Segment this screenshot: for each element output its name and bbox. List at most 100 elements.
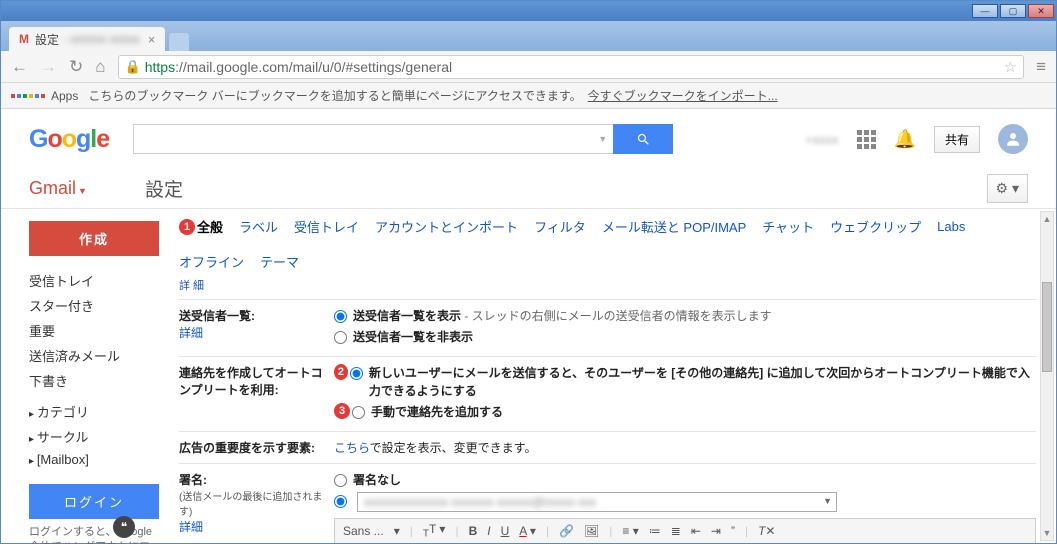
badge-2: 2: [334, 364, 348, 380]
image-icon[interactable]: 🖼: [584, 524, 599, 538]
underline-icon[interactable]: U: [501, 524, 510, 538]
signature-use-radio[interactable]: [334, 495, 347, 508]
scroll-down-icon[interactable]: ▼: [1041, 526, 1053, 540]
italic-icon[interactable]: I: [487, 524, 490, 538]
tab-forwarding[interactable]: メール転送と POP/IMAP: [602, 217, 746, 236]
tab-accounts[interactable]: アカウントとインポート: [375, 217, 518, 236]
google-logo[interactable]: Google: [29, 125, 109, 154]
font-size-icon[interactable]: TT ▾: [423, 522, 446, 539]
search-button[interactable]: [613, 124, 673, 154]
url-scheme: https: [145, 59, 175, 75]
sidebar-item-categories[interactable]: カテゴリ: [29, 399, 159, 424]
indent-more-icon[interactable]: ⇥: [711, 524, 721, 538]
setting-contacts: 連絡先を作成してオートコンプリートを利用: 2新しいユーザーにメールを送信すると…: [179, 356, 1036, 431]
contacts-auto-radio[interactable]: [350, 367, 363, 380]
account-avatar[interactable]: [998, 124, 1028, 154]
hangouts-icon[interactable]: ❝: [113, 516, 135, 538]
ads-text: で設定を表示、変更できます。: [370, 441, 537, 455]
gmail-dropdown[interactable]: Gmail▼: [29, 178, 87, 199]
forward-icon[interactable]: →: [40, 57, 57, 77]
senders-show-label: 送受信者一覧を表示: [353, 309, 461, 323]
notifications-icon[interactable]: 🔔: [894, 129, 916, 150]
tab-title: 設定: [35, 31, 59, 48]
bold-icon[interactable]: B: [469, 524, 478, 538]
tab-general[interactable]: 全般: [197, 217, 223, 236]
sidebar-item-starred[interactable]: スター付き: [29, 293, 159, 318]
ads-link[interactable]: こちら: [334, 441, 370, 455]
senders-hide-label: 送受信者一覧を非表示: [353, 328, 473, 346]
clear-format-icon[interactable]: T✕: [758, 524, 775, 538]
header-right: +xxxx 🔔 共有: [805, 124, 1028, 154]
sidebar-item-mailbox[interactable]: [Mailbox]: [29, 449, 159, 470]
browser-tab[interactable]: M 設定 - xxxxxx xxxxx ×: [9, 27, 165, 51]
ads-label: 広告の重要度を示す要素:: [179, 439, 334, 456]
scrollbar[interactable]: ▲ ▼: [1040, 211, 1054, 541]
badge-1: 1: [179, 219, 195, 235]
scroll-up-icon[interactable]: ▲: [1041, 212, 1053, 226]
color-icon[interactable]: A ▾: [519, 524, 536, 538]
contacts-manual-radio[interactable]: [352, 406, 365, 419]
list-bullet-icon[interactable]: ≣: [671, 524, 681, 538]
tab-chat[interactable]: チャット: [762, 217, 814, 236]
plus-user[interactable]: +xxxx: [805, 132, 839, 147]
login-button[interactable]: ログイン: [29, 484, 159, 519]
tab-filters[interactable]: フィルタ: [534, 217, 586, 236]
sidebar-item-inbox[interactable]: 受信トレイ: [29, 268, 159, 293]
signature-detail-link[interactable]: 詳細: [179, 520, 203, 534]
tab-themes[interactable]: テーマ: [260, 252, 299, 271]
contacts-manual-label: 手動で連絡先を追加する: [371, 403, 503, 421]
tab-inbox[interactable]: 受信トレイ: [294, 217, 359, 236]
font-select[interactable]: Sans ...: [343, 524, 384, 538]
back-icon[interactable]: ←: [11, 57, 28, 77]
sidebar-item-important[interactable]: 重要: [29, 318, 159, 343]
apps-label[interactable]: Apps: [51, 89, 78, 103]
import-bookmarks-link[interactable]: 今すぐブックマークをインポート...: [588, 87, 778, 104]
badge-3: 3: [334, 403, 350, 419]
search-input[interactable]: ▼: [133, 124, 613, 154]
close-tab-icon[interactable]: ×: [148, 32, 156, 47]
signature-select[interactable]: xxxxxxxxxxxxxx xxxxxxx xxxxxx@xxxxx xxx▼: [357, 492, 837, 512]
google-apps-icon[interactable]: [857, 130, 876, 149]
compose-button[interactable]: 作成: [29, 221, 159, 256]
bookmark-star-icon[interactable]: ☆: [1004, 58, 1017, 76]
new-tab-button[interactable]: [169, 33, 189, 51]
list-number-icon[interactable]: ≔: [649, 524, 661, 538]
scroll-thumb[interactable]: [1042, 282, 1052, 372]
signature-sublabel: (送信メールの最後に追加されます): [179, 492, 322, 518]
tab-title-extra: - xxxxxx xxxxx: [63, 32, 140, 46]
tab-labs[interactable]: Labs: [937, 219, 965, 234]
quote-icon[interactable]: ”: [731, 524, 735, 538]
signature-none-radio[interactable]: [334, 474, 347, 487]
align-icon[interactable]: ≡ ▾: [622, 524, 638, 538]
tab-webclips[interactable]: ウェブクリップ: [830, 217, 921, 236]
senders-detail-link[interactable]: 詳細: [179, 326, 203, 340]
indent-less-icon[interactable]: ⇤: [691, 524, 701, 538]
sidebar-item-circles[interactable]: サークル: [29, 424, 159, 449]
reload-icon[interactable]: ↻: [69, 57, 83, 77]
tab-labels[interactable]: ラベル: [239, 217, 278, 236]
setting-signature: 署名: (送信メールの最後に追加されます) 詳細 署名なし xxxxxxxxxx…: [179, 463, 1036, 543]
senders-show-radio[interactable]: [334, 310, 347, 323]
apps-shortcut[interactable]: [11, 94, 45, 98]
settings-tabs: 1全般 ラベル 受信トレイ アカウントとインポート フィルタ メール転送と PO…: [179, 217, 1036, 271]
senders-hide-radio[interactable]: [334, 331, 347, 344]
sidebar-item-drafts[interactable]: 下書き: [29, 368, 159, 393]
search-dropdown-icon[interactable]: ▼: [598, 134, 607, 144]
tab-offline[interactable]: オフライン: [179, 252, 244, 271]
share-button[interactable]: 共有: [934, 126, 980, 153]
senders-label: 送受信者一覧:: [179, 309, 255, 323]
close-window-button[interactable]: ✕: [1028, 4, 1054, 18]
truncated-link[interactable]: 詳細: [179, 277, 1036, 293]
browser-menu-icon[interactable]: ≡: [1036, 57, 1046, 77]
maximize-button[interactable]: ▢: [1000, 4, 1026, 18]
home-icon[interactable]: ⌂: [95, 57, 105, 77]
page-title: 設定: [145, 175, 183, 202]
tab-bar: M 設定 - xxxxxx xxxxx ×: [1, 21, 1056, 51]
url-input[interactable]: 🔒 https://mail.google.com/mail/u/0/#sett…: [118, 55, 1025, 79]
signature-none-label: 署名なし: [353, 471, 401, 489]
minimize-button[interactable]: —: [972, 4, 998, 18]
link-icon[interactable]: 🔗: [559, 524, 574, 538]
sidebar: 作成 受信トレイ スター付き 重要 送信済みメール 下書き カテゴリ サークル …: [1, 209, 169, 543]
settings-gear-button[interactable]: ⚙ ▾: [987, 174, 1028, 203]
sidebar-item-sent[interactable]: 送信済みメール: [29, 343, 159, 368]
